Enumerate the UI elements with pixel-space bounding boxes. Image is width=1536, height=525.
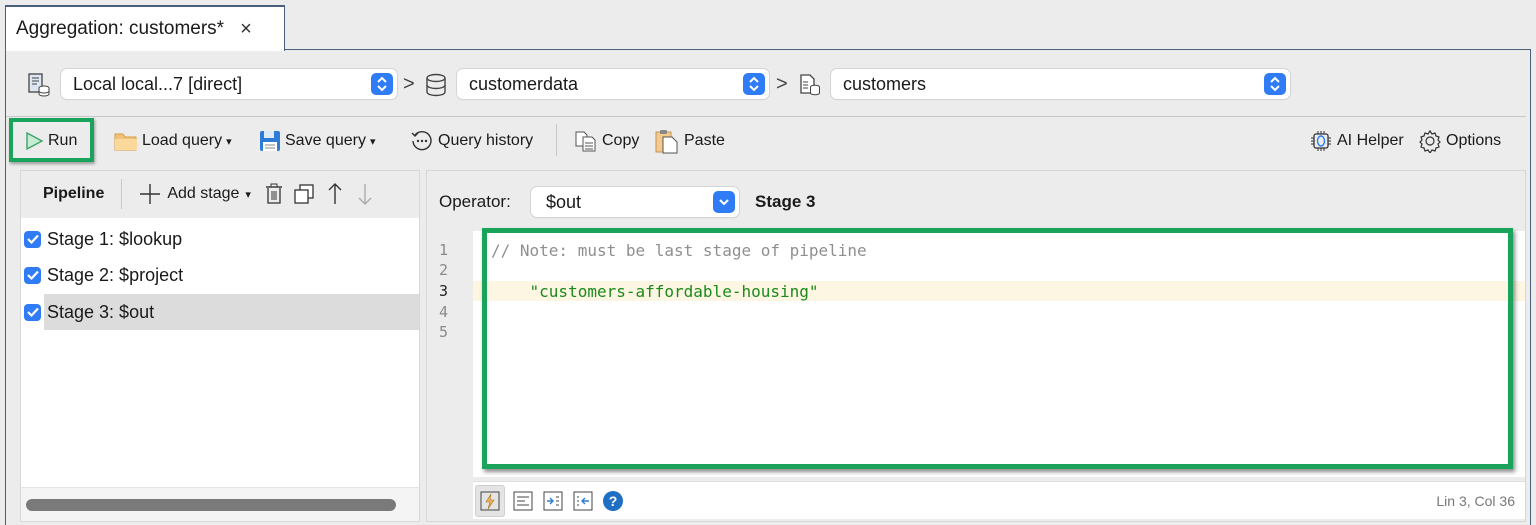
copy-button[interactable]: Copy [574,126,639,156]
help-button[interactable]: ? [601,489,625,513]
scrollbar-thumb[interactable] [26,499,396,511]
code-comment-line: // Note: must be last stage of pipeline [491,241,867,260]
stage-label: Stage 1: $lookup [47,228,183,249]
gear-icon [1419,129,1441,153]
stage-checkbox[interactable] [24,303,41,321]
collection-select[interactable]: customers [831,69,1290,99]
outdent-button[interactable] [571,489,595,513]
stepper-icon [743,73,765,95]
format-code-button[interactable] [475,484,505,517]
ai-helper-label: AI Helper [1337,132,1404,149]
load-query-button[interactable]: Load query ▾ [114,126,232,156]
line-number-current: 3 [439,282,449,300]
pipeline-toolbar: Pipeline Add stage ▾ [21,171,419,217]
stepper-icon [371,73,393,95]
align-text-button[interactable] [511,489,535,513]
line-number: 4 [439,303,449,321]
database-value: customerdata [469,73,579,94]
stage-title: Stage 3 [755,192,816,211]
stage-editor-panel: Operator: $out Stage 3 1 2 3 4 5 // Note… [426,170,1526,522]
svg-text:?: ? [609,493,618,509]
options-button[interactable]: Options [1418,126,1501,156]
plus-icon [140,184,161,204]
copy-icon [575,131,596,152]
duplicate-icon[interactable] [293,183,315,205]
load-query-label: Load query [142,132,223,149]
database-icon [424,72,448,98]
caret-down-icon: ▾ [226,135,232,148]
ai-helper-button[interactable]: AI Helper [1309,126,1404,156]
paste-icon [655,130,678,154]
options-label: Options [1446,132,1502,149]
folder-icon [114,133,137,151]
stage-list: Stage 1: $lookup Stage 2: $project Stage… [21,218,419,488]
cursor-position: Lin 3, Col 36 [1436,492,1515,509]
editor-statusbar: ? Lin 3, Col 36 [473,481,1525,519]
paste-button[interactable]: Paste [654,126,725,156]
toolbar-divider [556,124,557,156]
line-number: 5 [439,323,449,341]
code-area[interactable]: // Note: must be last stage of pipeline … [473,231,1525,477]
stage-checkbox[interactable] [24,266,41,284]
help-icon: ? [603,490,623,511]
stage-label: Stage 2: $project [47,264,184,285]
arrow-down-icon[interactable] [357,182,373,206]
aggregation-window: Aggregation: customers* × Local local...… [0,0,1536,525]
close-icon[interactable]: × [240,18,252,41]
horizontal-scrollbar[interactable] [21,487,419,521]
floppy-disk-icon [260,131,280,151]
stepper-icon [1264,73,1286,95]
code-editor[interactable]: 1 2 3 4 5 // Note: must be last stage of… [427,231,1525,477]
collection-value: customers [843,73,927,94]
stage-item-1[interactable]: Stage 1: $lookup [21,221,419,257]
breadcrumb-separator: > [776,73,788,95]
divider [121,179,123,209]
pipeline-panel: Pipeline Add stage ▾ Stage 1: $lookup St… [20,170,420,522]
database-select[interactable]: customerdata [457,69,769,99]
stage-label: Stage 3: $out [47,301,155,322]
caret-down-icon: ▾ [369,135,376,148]
indent-icon [543,491,563,510]
breadcrumb-separator: > [403,73,415,95]
chevron-down-icon [713,191,735,213]
connection-value: Local local...7 [direct] [73,73,243,94]
add-stage-label: Add stage [167,185,240,202]
lightning-format-icon [480,491,500,510]
code-string-line: "customers-affordable-housing" [491,282,819,301]
paste-label: Paste [684,132,725,149]
save-query-button[interactable]: Save query ▾ [259,126,375,156]
connection-select[interactable]: Local local...7 [direct] [61,69,397,99]
save-query-label: Save query [285,132,366,149]
line-number: 2 [439,261,449,279]
operator-select[interactable]: $out [531,187,739,217]
line-number-gutter: 1 2 3 4 5 [427,231,473,477]
operator-value: $out [546,191,582,212]
stage-item-3[interactable]: Stage 3: $out [21,294,419,330]
tab-aggregation-customers[interactable]: Aggregation: customers* × [5,5,285,51]
caret-down-icon: ▾ [245,188,251,201]
query-history-label: Query history [438,132,534,149]
run-highlight-box [9,118,94,162]
add-stage-button[interactable]: Add stage ▾ [139,183,251,205]
stage-checkbox[interactable] [24,230,41,248]
ai-chip-icon [1311,131,1331,151]
line-number: 1 [439,241,449,259]
tab-title: Aggregation: customers* [16,18,225,39]
trash-icon[interactable] [265,183,283,205]
divider [6,116,1526,117]
arrow-up-icon[interactable] [327,182,343,206]
query-history-button[interactable]: Query history [410,126,533,156]
outdent-icon [573,491,593,510]
operator-label: Operator: [439,192,511,211]
align-left-icon [513,491,533,510]
pipeline-title: Pipeline [43,185,105,202]
collection-icon [797,72,823,98]
copy-label: Copy [602,132,640,149]
stage-item-2[interactable]: Stage 2: $project [21,257,419,293]
history-icon [411,131,432,151]
indent-button[interactable] [541,489,565,513]
server-database-icon [26,71,52,99]
